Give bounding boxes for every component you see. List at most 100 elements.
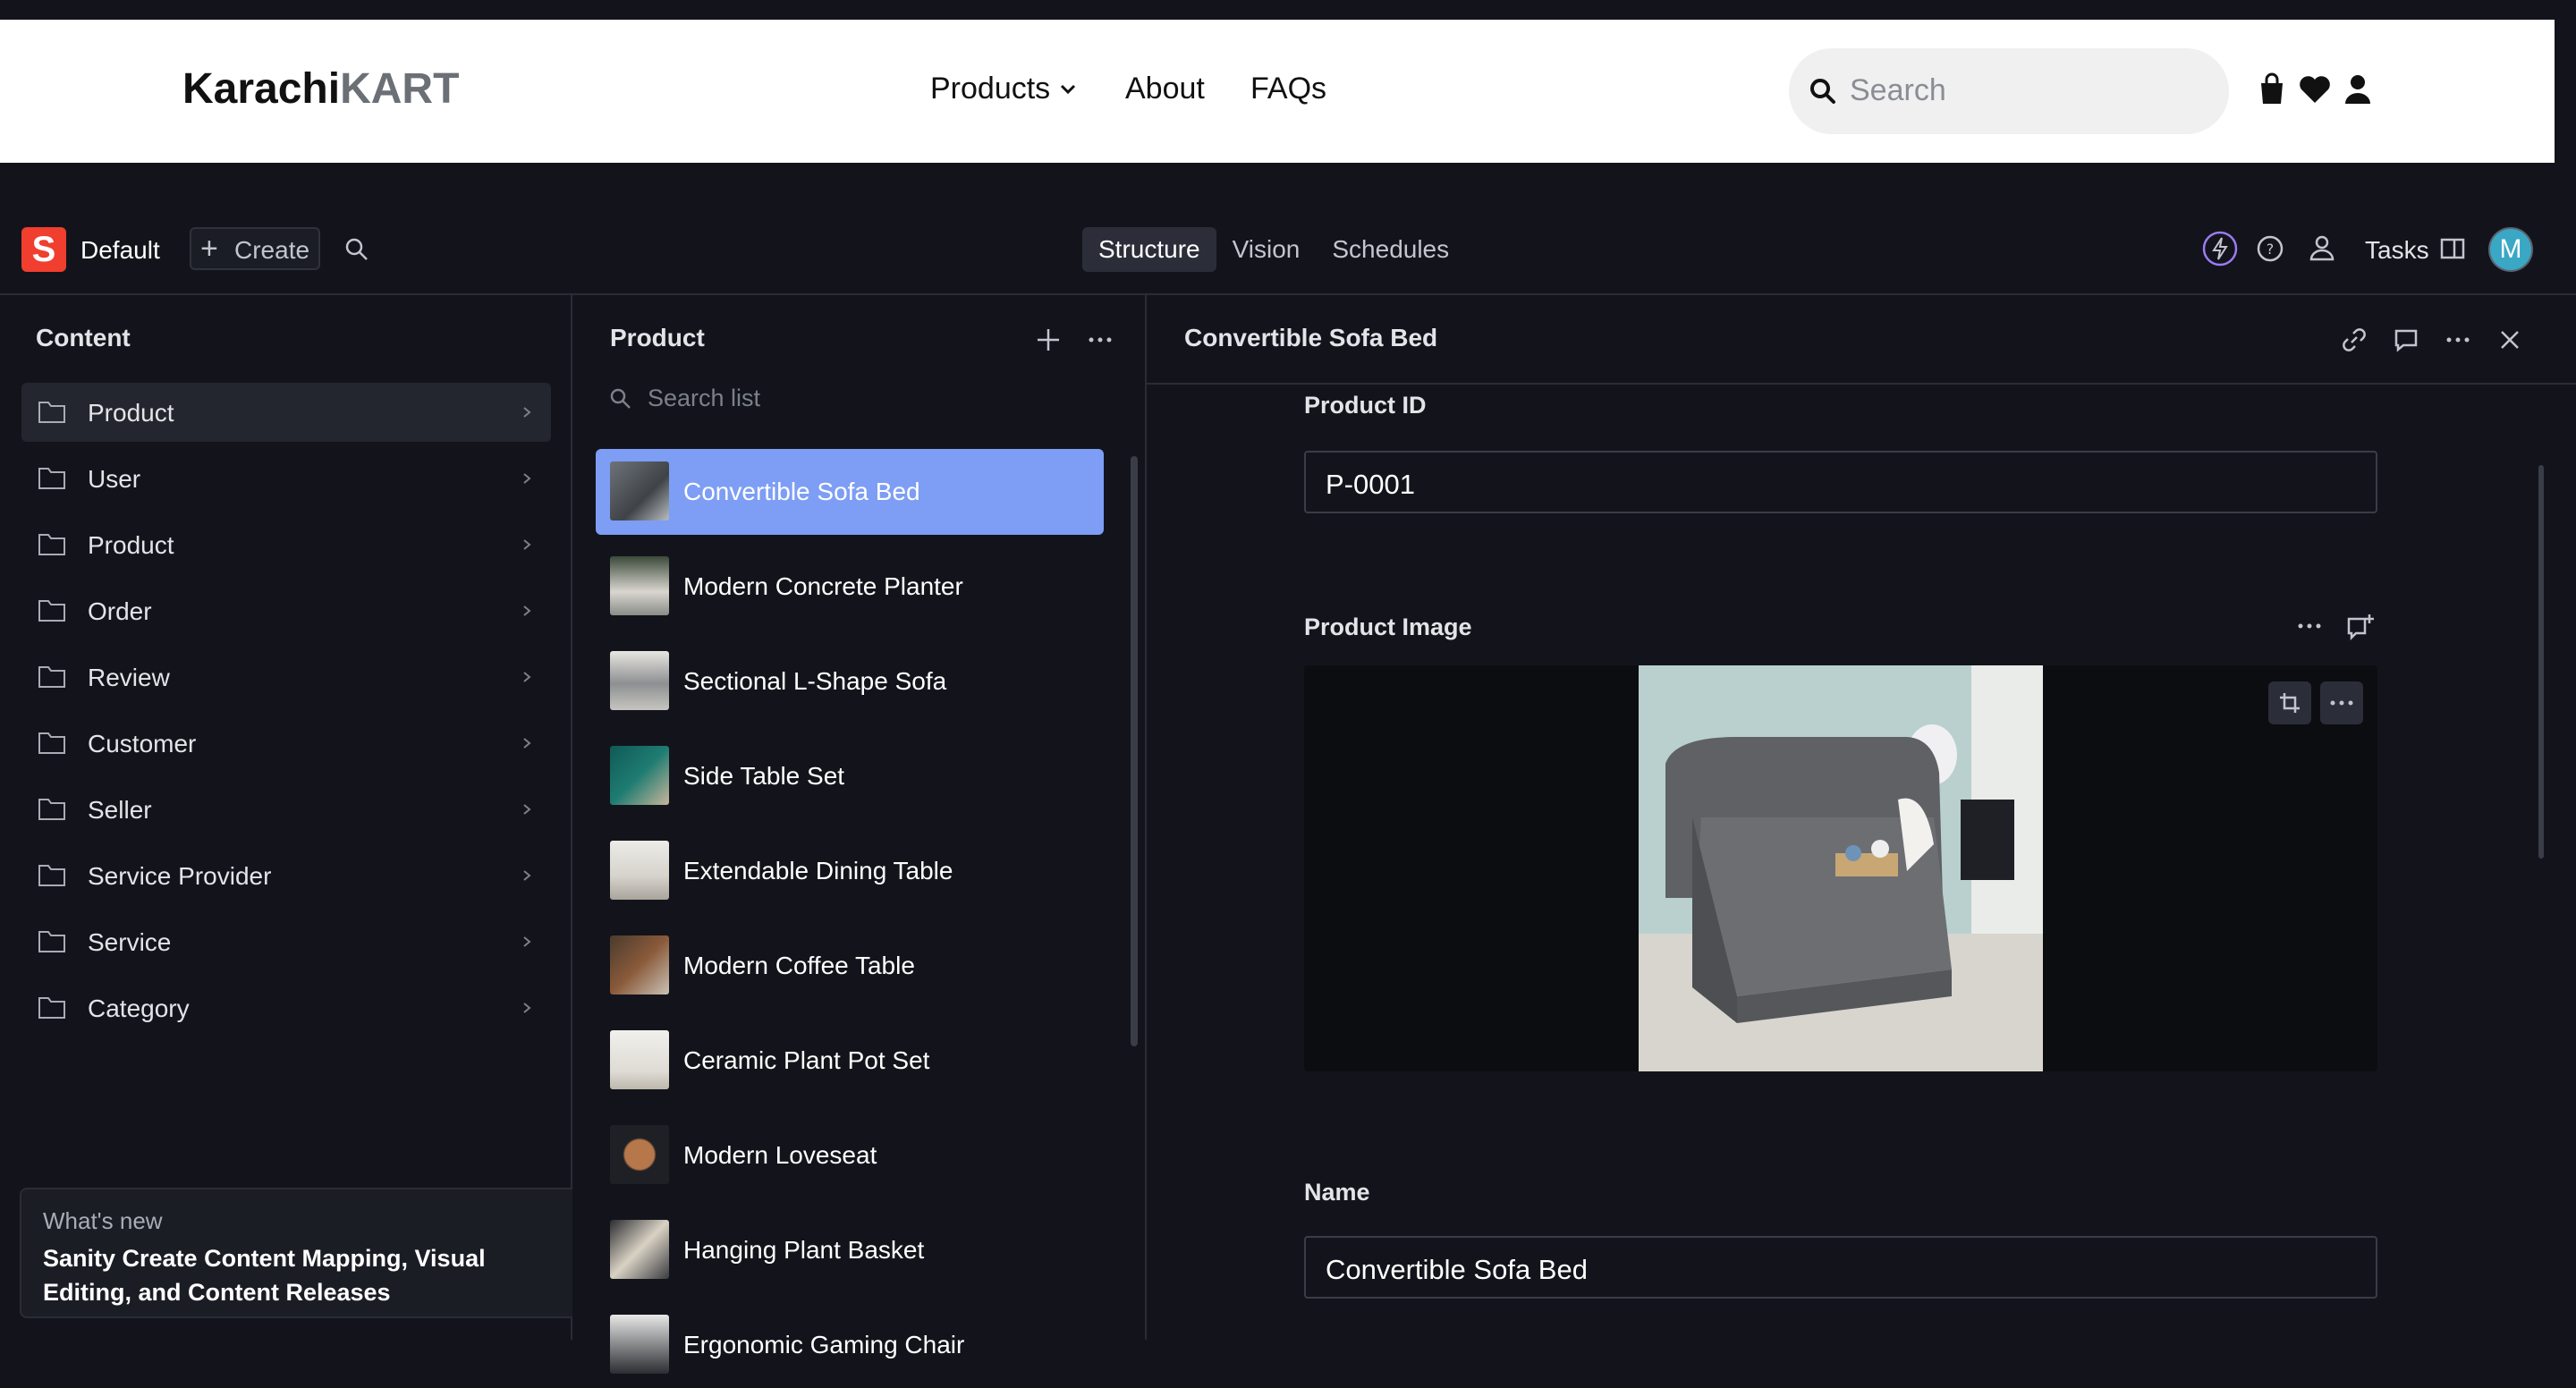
list-item[interactable]: Hanging Plant Basket [596,1207,1104,1293]
whats-new-card[interactable]: What's new Sanity Create Content Mapping… [20,1188,594,1318]
content-item-seller[interactable]: Seller [21,780,551,839]
content-item-product[interactable]: Product [21,383,551,442]
content-item-product-2[interactable]: Product [21,515,551,574]
more-icon[interactable] [2295,612,2324,640]
list-item[interactable]: Modern Coffee Table [596,923,1104,1009]
workspace-name[interactable]: Default [80,236,160,265]
panel-icon[interactable] [2435,231,2470,267]
list-item[interactable]: Ergonomic Gaming Chair [596,1302,1104,1388]
search-icon [1810,79,1835,104]
content-item-review[interactable]: Review [21,647,551,707]
content-pane: Content Product User Product Order Revie… [0,295,572,1340]
crop-button[interactable] [2268,681,2311,724]
list-item-label: Side Table Set [683,762,845,790]
studio-navbar: S Default + Create Structure Vision Sche… [0,163,2576,295]
more-icon[interactable] [2444,326,2472,354]
tab-vision[interactable]: Vision [1216,227,1317,272]
chevron-right-icon [523,605,531,616]
content-item-label: Review [88,664,170,691]
list-item[interactable]: Sectional L-Shape Sofa [596,639,1104,724]
list-item[interactable]: Extendable Dining Table [596,828,1104,914]
chevron-down-icon [1061,84,1076,94]
tab-structure[interactable]: Structure [1082,227,1216,272]
nav-about[interactable]: About [1125,72,1205,106]
list-item[interactable]: Side Table Set [596,733,1104,819]
content-item-label: Category [88,994,190,1022]
folder-icon [38,600,65,622]
more-icon [2330,700,2353,706]
content-item-label: Service [88,928,172,956]
site-search-placeholder: Search [1850,73,1946,107]
product-thumbnail [610,556,669,615]
avatar[interactable]: M [2488,227,2533,272]
product-thumbnail [610,651,669,710]
content-item-service-provider[interactable]: Service Provider [21,846,551,905]
list-item-label: Extendable Dining Table [683,857,953,884]
lightning-icon[interactable] [2202,231,2238,267]
shopping-bag-icon[interactable] [2254,72,2290,107]
product-id-field[interactable]: P-0001 [1304,451,2377,513]
content-item-user[interactable]: User [21,449,551,508]
document-scrollbar[interactable] [2538,465,2544,859]
content-item-customer[interactable]: Customer [21,714,551,773]
search-icon [610,388,631,409]
comment-icon[interactable] [2392,326,2420,354]
studio-tabs: Structure Vision Schedules [1082,227,1465,272]
content-item-service[interactable]: Service [21,912,551,971]
folder-icon [38,865,65,886]
search-icon[interactable] [343,236,370,263]
folder-icon [38,732,65,754]
add-comment-icon[interactable] [2345,612,2376,642]
product-thumbnail [610,746,669,805]
close-icon[interactable] [2496,326,2524,354]
create-button[interactable]: + Create [190,227,320,270]
product-id-value: P-0001 [1326,469,1415,500]
nav-faqs[interactable]: FAQs [1250,72,1326,106]
product-thumbnail [610,841,669,900]
users-icon[interactable] [2304,231,2340,267]
content-item-category[interactable]: Category [21,978,551,1037]
name-field[interactable]: Convertible Sofa Bed [1304,1236,2377,1299]
tab-schedules[interactable]: Schedules [1316,227,1465,272]
more-icon[interactable] [1086,326,1114,354]
image-more-button[interactable] [2320,681,2363,724]
list-scrollbar[interactable] [1131,456,1138,1046]
tasks-button[interactable]: Tasks [2365,236,2429,265]
list-item-label: Sectional L-Shape Sofa [683,667,947,695]
plus-icon[interactable] [1034,326,1063,354]
chevron-right-icon [523,870,531,881]
list-item[interactable]: Ceramic Plant Pot Set [596,1018,1104,1104]
content-item-order[interactable]: Order [21,581,551,640]
chevron-right-icon [523,672,531,682]
browser-top-strip [0,0,2576,20]
list-item[interactable]: Modern Concrete Planter [596,544,1104,630]
list-item-label: Ceramic Plant Pot Set [683,1046,930,1074]
studio-logo[interactable]: S [21,227,66,272]
folder-icon [38,997,65,1019]
site-search[interactable]: Search [1789,48,2229,134]
product-image-field[interactable] [1304,665,2377,1071]
list-item-label: Hanging Plant Basket [683,1236,925,1264]
plus-icon: + [200,232,218,266]
site-logo[interactable]: KarachiKART [182,64,459,114]
nav-products[interactable]: Products [930,72,1079,106]
document-pane: Convertible Sofa Bed Product ID P-0001 P… [1147,295,2576,1340]
list-item[interactable]: Convertible Sofa Bed [596,449,1104,535]
nav-products-label: Products [930,72,1051,106]
user-icon[interactable] [2340,72,2376,107]
product-image-label: Product Image [1304,614,1472,640]
site-header: KarachiKART Products About FAQs Search [0,20,2576,163]
link-icon[interactable] [2340,326,2368,354]
chevron-right-icon [523,539,531,550]
help-icon[interactable]: ? [2252,231,2288,267]
content-item-label: Seller [88,796,152,824]
product-thumbnail [610,461,669,520]
list-item[interactable]: Modern Loveseat [596,1113,1104,1198]
logo-part-karachi: Karachi [182,65,341,113]
product-id-label: Product ID [1304,392,1427,419]
heart-icon[interactable] [2297,72,2333,107]
product-image [1639,665,2043,1071]
whats-new-heading: What's new [43,1207,163,1234]
content-item-label: Order [88,597,152,625]
chevron-right-icon [523,738,531,749]
